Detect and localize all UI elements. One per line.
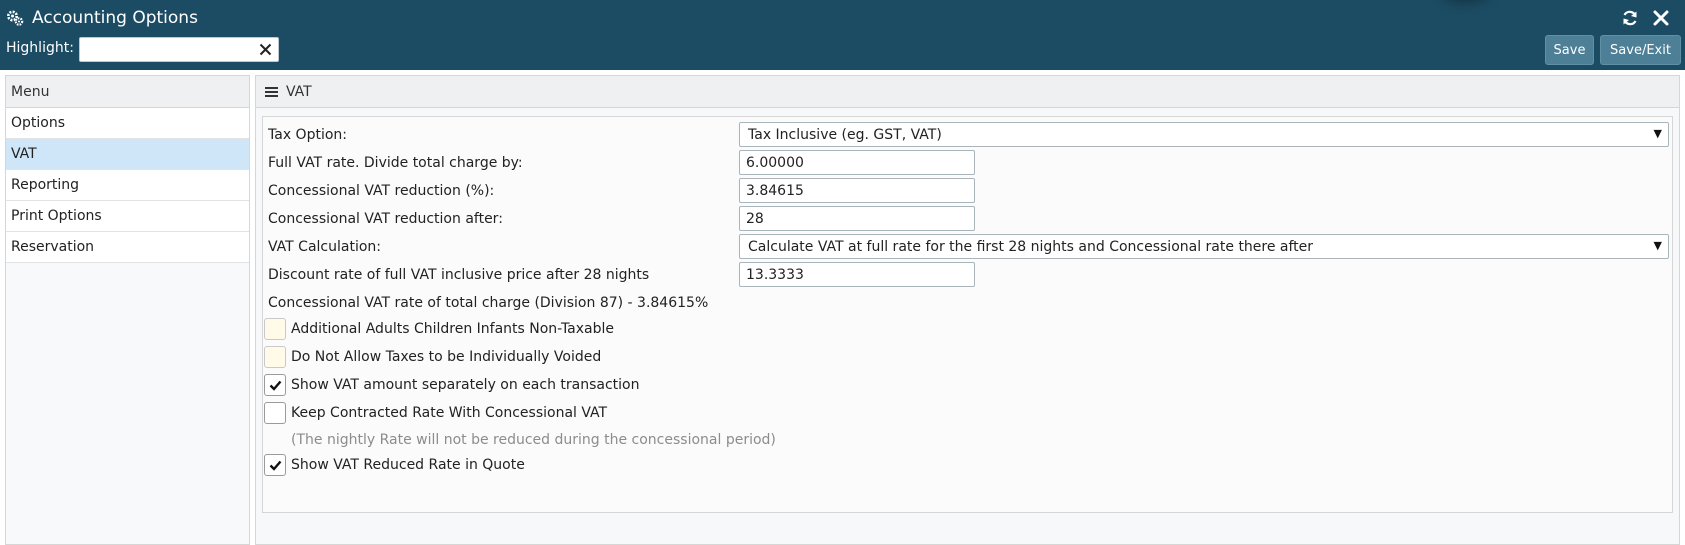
checkbox-row-keep-contracted-rate: Keep Contracted Rate With Concessional V… [263,402,963,426]
keep-contracted-rate-label: Keep Contracted Rate With Concessional V… [291,405,608,421]
full-vat-rate-label: Full VAT rate. Divide total charge by: [268,155,523,171]
non-taxable-checkbox[interactable] [264,318,286,340]
checkbox-row-show-vat-separately: Show VAT amount separately on each trans… [263,374,963,398]
checkbox-row-non-taxable: Additional Adults Children Infants Non-T… [263,318,963,342]
tax-option-row: Tax Option: Tax Inclusive (eg. GST, VAT)… [263,122,1674,149]
highlight-label: Highlight: [6,40,74,56]
section-header: VAT [256,76,1679,108]
concessional-reduction-row: Concessional VAT reduction (%): [263,178,1674,205]
vat-calculation-row: VAT Calculation: Calculate VAT at full r… [263,234,1674,261]
section-title: VAT [286,83,312,100]
non-taxable-label: Additional Adults Children Infants Non-T… [291,321,615,337]
discount-rate-row: Discount rate of full VAT inclusive pric… [263,262,1674,289]
vat-panel: VAT Tax Option: Tax Inclusive (eg. GST, … [255,75,1680,545]
checkbox-row-reduced-rate-quote: Show VAT Reduced Rate in Quote [263,454,963,478]
sidebar-item-vat[interactable]: VAT [6,139,249,170]
vat-calculation-select[interactable]: Calculate VAT at full rate for the first… [739,234,1669,259]
save-exit-button[interactable]: Save/Exit [1600,35,1681,65]
refresh-icon[interactable] [1620,8,1640,28]
sidebar-item-reservation[interactable]: Reservation [6,232,249,263]
window-shadow [1440,0,1490,2]
reduced-rate-quote-label: Show VAT Reduced Rate in Quote [291,457,525,473]
save-button[interactable]: Save [1545,35,1594,65]
close-icon[interactable] [1651,8,1671,28]
window-title: Accounting Options [32,8,198,28]
tax-option-select[interactable]: Tax Inclusive (eg. GST, VAT) ▼ [739,122,1669,147]
menu-heading: Menu [6,76,249,108]
highlight-field [79,37,279,62]
concessional-reduction-input[interactable] [739,178,975,203]
keep-rate-note: (The nightly Rate will not be reduced du… [291,432,776,448]
no-void-checkbox[interactable] [264,346,286,368]
sidebar-item-options[interactable]: Options [6,108,249,139]
show-vat-separately-checkbox[interactable] [264,374,286,396]
discount-rate-label: Discount rate of full VAT inclusive pric… [268,267,650,283]
dropdown-arrow-icon: ▼ [1653,239,1662,252]
no-void-label: Do Not Allow Taxes to be Individually Vo… [291,349,602,365]
concessional-rate-note: Concessional VAT rate of total charge (D… [268,295,709,311]
menu-bars-icon [265,86,278,97]
concessional-after-input[interactable] [739,206,975,231]
vat-calculation-value: Calculate VAT at full rate for the first… [748,238,1314,255]
clear-icon[interactable] [258,42,273,57]
discount-rate-input[interactable] [739,262,975,287]
full-vat-rate-row: Full VAT rate. Divide total charge by: [263,150,1674,177]
vat-form: Tax Option: Tax Inclusive (eg. GST, VAT)… [262,116,1673,513]
highlight-input[interactable] [84,40,250,60]
concessional-after-label: Concessional VAT reduction after: [268,211,503,227]
cogs-icon [7,10,24,26]
concessional-reduction-label: Concessional VAT reduction (%): [268,183,495,199]
concessional-after-row: Concessional VAT reduction after: [263,206,1674,233]
check-icon [269,460,281,471]
vat-calculation-label: VAT Calculation: [268,239,381,255]
sidebar-item-reporting[interactable]: Reporting [6,170,249,201]
dropdown-arrow-icon: ▼ [1653,127,1662,140]
checkbox-row-no-void: Do Not Allow Taxes to be Individually Vo… [263,346,963,370]
keep-contracted-rate-checkbox[interactable] [264,402,286,424]
sidebar-item-print-options[interactable]: Print Options [6,201,249,232]
title-bar: Accounting Options Highlight: Save Save/… [0,0,1685,70]
tax-option-value: Tax Inclusive (eg. GST, VAT) [748,126,942,143]
sidebar-menu: Menu Options VAT Reporting Print Options… [5,75,250,545]
check-icon [269,380,281,391]
window-title-group: Accounting Options [6,6,198,30]
tax-option-label: Tax Option: [268,127,347,143]
full-vat-rate-input[interactable] [739,150,975,175]
show-vat-separately-label: Show VAT amount separately on each trans… [291,377,640,393]
reduced-rate-quote-checkbox[interactable] [264,454,286,476]
